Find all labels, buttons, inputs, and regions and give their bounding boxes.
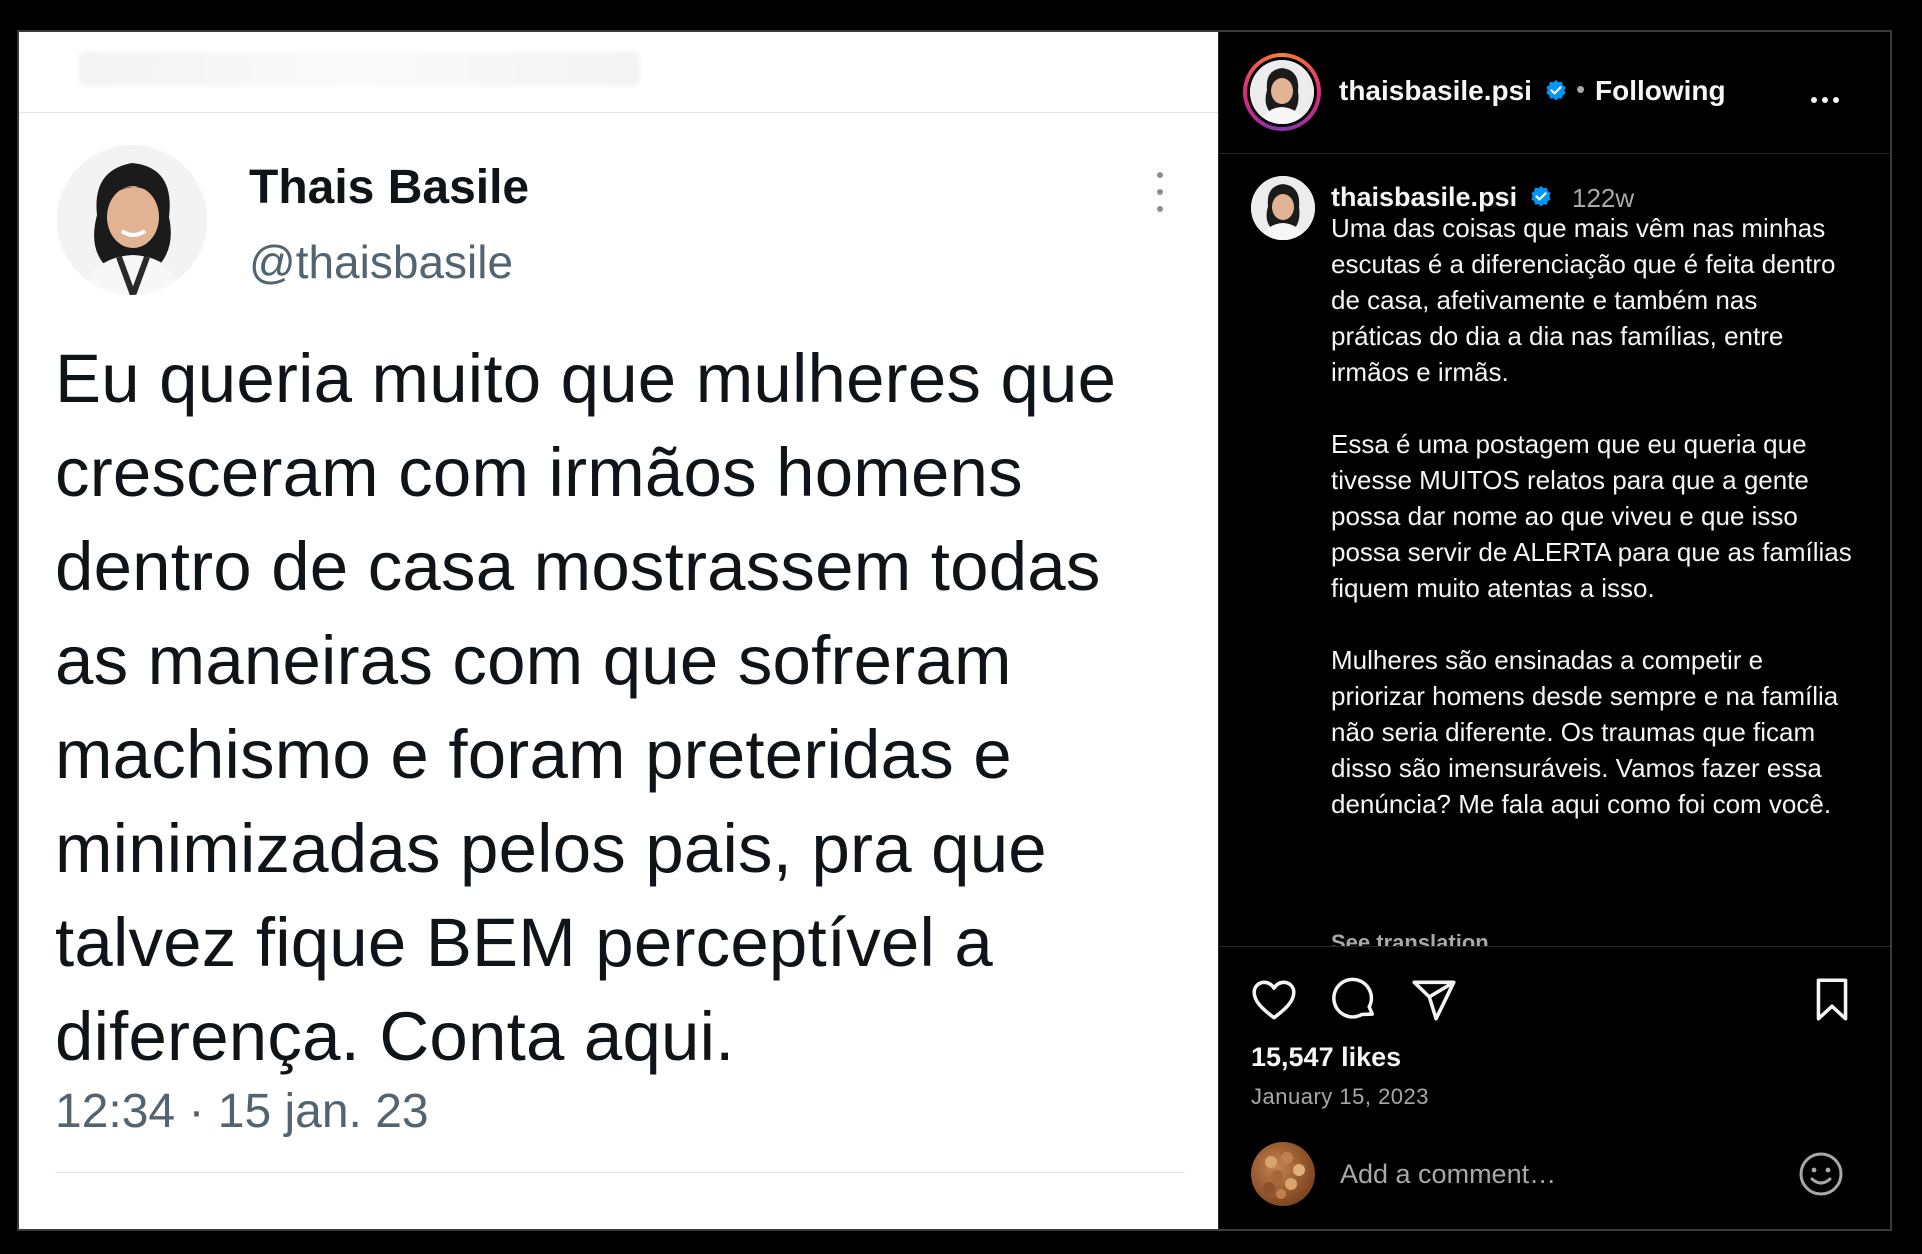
- likes-count[interactable]: 15,547 likes: [1251, 1042, 1401, 1073]
- post-header: thaisbasile.psi • Following: [1219, 32, 1890, 154]
- more-options-icon[interactable]: [1811, 90, 1851, 103]
- emoji-icon[interactable]: [1797, 1150, 1845, 1198]
- caption-paragraph: Essa é uma postagem que eu queria que ti…: [1331, 429, 1852, 603]
- heart-icon[interactable]: [1249, 975, 1299, 1025]
- comment-input[interactable]: Add a comment…: [1340, 1159, 1556, 1190]
- tweet-text-line: machismo e foram preteridas e: [55, 716, 1012, 793]
- bookmark-icon[interactable]: [1807, 975, 1857, 1025]
- tweet-timestamp: 12:34 · 15 jan. 23: [55, 1085, 429, 1138]
- header-username[interactable]: thaisbasile.psi: [1339, 75, 1568, 107]
- tweet-text-line: Eu queria muito que mulheres que: [55, 340, 1117, 417]
- post-sidebar: thaisbasile.psi • Following thaisbasile.…: [1218, 32, 1890, 1229]
- tweet-divider: [55, 1172, 1185, 1173]
- tweet-text-line: dentro de casa mostrassem todas: [55, 528, 1101, 605]
- tweet-avatar: [57, 145, 207, 295]
- tweet-author-handle: @thaisbasile: [249, 236, 514, 288]
- tweet-text-line: as maneiras com que sofreram: [55, 622, 1012, 699]
- verified-icon: [1530, 185, 1551, 207]
- caption-username-text[interactable]: thaisbasile.psi: [1331, 182, 1517, 212]
- actions-divider: [1219, 946, 1890, 947]
- tweet-more-icon: [1154, 172, 1166, 216]
- tweet-text-line: talvez fique BEM perceptível a: [55, 904, 993, 981]
- viewer-avatar: [1251, 1142, 1315, 1206]
- caption-paragraph: Uma das coisas que mais vêm nas minhas e…: [1331, 213, 1836, 387]
- post-image: Thais Basile @thaisbasile Eu queria muit…: [19, 32, 1218, 1229]
- share-icon[interactable]: [1409, 975, 1459, 1025]
- verified-icon: [1546, 79, 1566, 101]
- tweet-text-line: minimizadas pelos pais, pra que: [55, 810, 1047, 887]
- comment-icon[interactable]: [1329, 975, 1379, 1025]
- post-date[interactable]: January 15, 2023: [1251, 1084, 1429, 1110]
- caption-text: Uma das coisas que mais vêm nas minhas e…: [1331, 210, 1855, 822]
- caption-avatar[interactable]: [1251, 176, 1315, 240]
- caption-username[interactable]: thaisbasile.psi: [1331, 182, 1553, 213]
- story-avatar[interactable]: [1243, 53, 1321, 131]
- caption-section: thaisbasile.psi 122w Uma das coisas que …: [1219, 154, 1890, 947]
- avatar: [1250, 60, 1314, 124]
- tweet-text-line: cresceram com irmãos homens: [55, 434, 1023, 511]
- header-username-text[interactable]: thaisbasile.psi: [1339, 75, 1532, 106]
- see-translation-link[interactable]: See translation: [1331, 930, 1489, 947]
- following-button[interactable]: Following: [1595, 75, 1726, 107]
- tweet-text: Eu queria muito que mulheres que crescer…: [55, 332, 1205, 1084]
- image-top-strip: [19, 32, 1218, 113]
- caption-paragraph: Mulheres são ensinadas a competir e prio…: [1331, 645, 1839, 819]
- tweet-text-line: diferença. Conta aqui.: [55, 998, 735, 1075]
- tweet-author-name: Thais Basile: [249, 161, 530, 214]
- header-separator: •: [1576, 74, 1586, 104]
- post-modal: Thais Basile @thaisbasile Eu queria muit…: [17, 30, 1892, 1231]
